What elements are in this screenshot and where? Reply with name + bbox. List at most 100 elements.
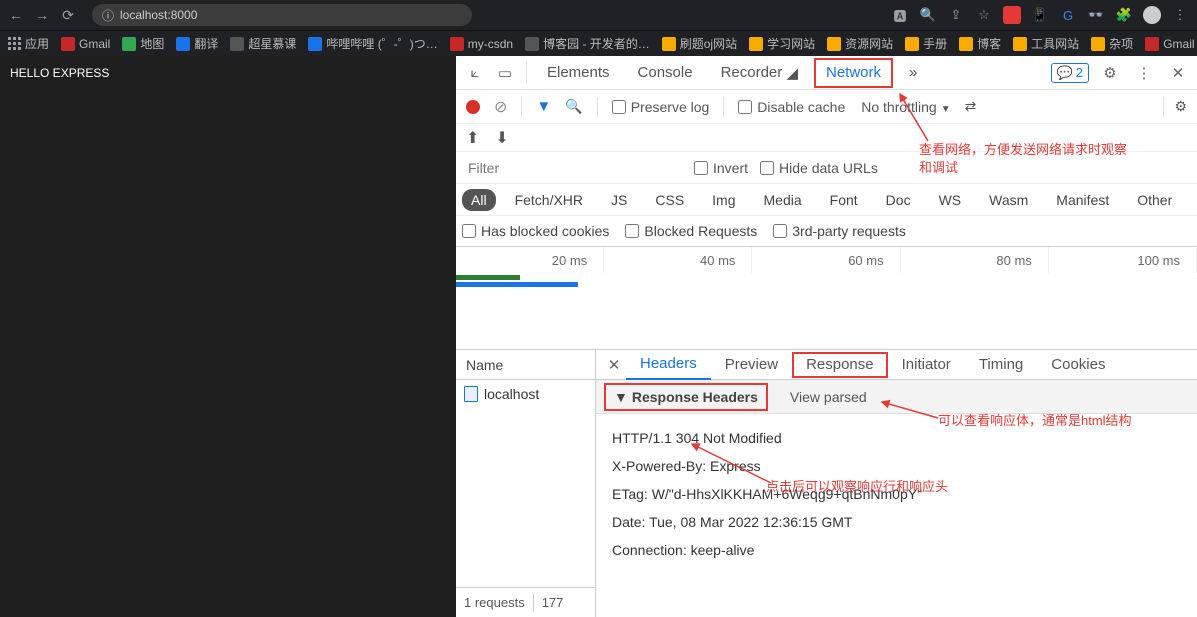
hide-data-urls-checkbox[interactable]: Hide data URLs (760, 160, 878, 176)
header-line: Connection: keep-alive (612, 536, 1181, 564)
clear-icon[interactable]: ⊘ (494, 97, 507, 117)
request-row[interactable]: localhost (456, 380, 595, 408)
network-toolbar-2: ⬆ ⬇ (456, 124, 1197, 152)
response-headers-section: ▼ Response Headers View parsed (596, 380, 1197, 414)
bookmark-item[interactable]: Gmail (1145, 37, 1194, 51)
tab-elements[interactable]: Elements (535, 56, 622, 90)
header-line: Date: Tue, 08 Mar 2022 12:36:15 GMT (612, 508, 1181, 536)
bookmark-item[interactable]: 超星慕课 (230, 35, 296, 52)
filter-checks: Has blocked cookies Blocked Requests 3rd… (456, 216, 1197, 246)
bookmark-item[interactable]: Gmail (61, 37, 110, 51)
ext-icon-4[interactable]: 👓 (1087, 6, 1105, 24)
bookmark-item[interactable]: 博客园 - 开发者的… (525, 35, 650, 52)
bookmark-item[interactable]: 资源网站 (827, 35, 893, 52)
invert-checkbox[interactable]: Invert (694, 160, 748, 176)
preserve-log-checkbox[interactable]: Preserve log (612, 99, 710, 115)
page-content: HELLO EXPRESS (0, 56, 456, 617)
menu-icon[interactable]: ⋮ (1171, 6, 1189, 24)
record-button[interactable] (466, 100, 480, 114)
third-party-checkbox[interactable]: 3rd-party requests (773, 223, 906, 239)
chip-wasm[interactable]: Wasm (980, 189, 1037, 211)
tab-response[interactable]: Response (792, 352, 888, 378)
tabs-overflow[interactable]: » (897, 56, 929, 90)
chip-manifest[interactable]: Manifest (1047, 189, 1118, 211)
extensions-icon[interactable]: 🧩 (1115, 6, 1133, 24)
chip-ws[interactable]: WS (930, 189, 971, 211)
tab-console[interactable]: Console (626, 56, 705, 90)
apps-menu[interactable]: 应用 (8, 35, 49, 52)
tab-headers[interactable]: Headers (626, 350, 711, 380)
chip-font[interactable]: Font (821, 189, 867, 211)
ext-icon-1[interactable] (1003, 6, 1021, 24)
star-icon[interactable]: ☆ (975, 6, 993, 24)
search-icon[interactable]: 🔍 (565, 98, 582, 115)
back-icon[interactable]: ← (8, 7, 24, 23)
filter-icon[interactable]: ▼ (536, 98, 551, 115)
request-list: Name localhost 1 requests 177 (456, 350, 596, 617)
reload-icon[interactable]: ⟳ (60, 7, 76, 23)
tab-cookies[interactable]: Cookies (1037, 350, 1119, 380)
kebab-icon[interactable]: ⋮ (1131, 60, 1157, 86)
bookmark-item[interactable]: 工具网站 (1013, 35, 1079, 52)
inspect-icon[interactable]: ⟀ (462, 60, 488, 86)
chip-img[interactable]: Img (703, 189, 744, 211)
waterfall-bar (456, 275, 520, 280)
ext-icon-2[interactable]: 📱 (1031, 6, 1049, 24)
chip-all[interactable]: All (462, 189, 496, 211)
bookmark-item[interactable]: 手册 (905, 35, 947, 52)
bookmark-item[interactable]: 刷题oj网站 (662, 35, 737, 52)
bookmark-item[interactable]: 哔哩哔哩 (゜-゜)つ… (308, 35, 437, 52)
page-text: HELLO EXPRESS (10, 66, 109, 80)
blocked-cookies-checkbox[interactable]: Has blocked cookies (462, 223, 609, 239)
avatar-icon[interactable] (1143, 6, 1161, 24)
blocked-requests-checkbox[interactable]: Blocked Requests (625, 223, 757, 239)
search-icon[interactable]: 🔍 (919, 6, 937, 24)
tab-preview[interactable]: Preview (711, 350, 792, 380)
throttling-dropdown[interactable]: No throttling▼ (861, 99, 950, 115)
document-icon (464, 386, 478, 402)
chip-css[interactable]: CSS (646, 189, 693, 211)
issues-button[interactable]: 💬2 (1051, 63, 1089, 83)
browser-nav-bar: ← → ⟳ ⓘ localhost:8000 🅰 🔍 ⇪ ☆ 📱 G 👓 🧩 ⋮ (0, 0, 1197, 30)
name-column-header[interactable]: Name (456, 350, 595, 380)
translate-icon[interactable]: 🅰 (891, 6, 909, 24)
tab-recorder[interactable]: Recorder ◢ (709, 56, 810, 90)
tick: 20 ms (456, 247, 604, 273)
url-bar[interactable]: ⓘ localhost:8000 (92, 4, 472, 26)
chip-other[interactable]: Other (1128, 189, 1181, 211)
disable-cache-checkbox[interactable]: Disable cache (738, 99, 845, 115)
bookmark-item[interactable]: 地图 (122, 35, 164, 52)
tab-network[interactable]: Network (814, 58, 893, 88)
close-detail-icon[interactable]: ✕ (602, 356, 626, 374)
waterfall-bar (456, 282, 578, 287)
wifi-icon[interactable]: ⇄ (965, 98, 977, 115)
forward-icon[interactable]: → (34, 7, 50, 23)
filter-input[interactable] (462, 155, 682, 181)
tab-timing[interactable]: Timing (965, 350, 1037, 380)
chip-fetch[interactable]: Fetch/XHR (506, 189, 592, 211)
device-icon[interactable]: ▭ (492, 60, 518, 86)
waterfall: 20 ms 40 ms 60 ms 80 ms 100 ms (456, 246, 1197, 349)
chip-js[interactable]: JS (602, 189, 636, 211)
devtools-panel: ⟀ ▭ Elements Console Recorder ◢ Network … (456, 56, 1197, 617)
bookmark-item[interactable]: 博客 (959, 35, 1001, 52)
chip-doc[interactable]: Doc (877, 189, 920, 211)
tick: 80 ms (901, 247, 1049, 273)
response-headers-toggle[interactable]: ▼ Response Headers (604, 383, 768, 411)
chip-media[interactable]: Media (755, 189, 811, 211)
bookmark-item[interactable]: 学习网站 (749, 35, 815, 52)
close-icon[interactable]: ✕ (1165, 60, 1191, 86)
bookmark-item[interactable]: 杂项 (1091, 35, 1133, 52)
gear-icon[interactable]: ⚙ (1097, 60, 1123, 86)
upload-icon[interactable]: ⬆ (466, 128, 479, 148)
bookmark-item[interactable]: 翻译 (176, 35, 218, 52)
detail-tabs: ✕ Headers Preview Response Initiator Tim… (596, 350, 1197, 380)
share-icon[interactable]: ⇪ (947, 6, 965, 24)
ext-icon-3[interactable]: G (1059, 6, 1077, 24)
view-parsed-button[interactable]: View parsed (782, 385, 875, 409)
gear-icon[interactable]: ⚙ (1174, 98, 1187, 115)
tab-initiator[interactable]: Initiator (888, 350, 965, 380)
download-icon[interactable]: ⬇ (495, 128, 508, 148)
bookmark-item[interactable]: my-csdn (450, 37, 513, 51)
url-text: localhost:8000 (120, 8, 197, 22)
